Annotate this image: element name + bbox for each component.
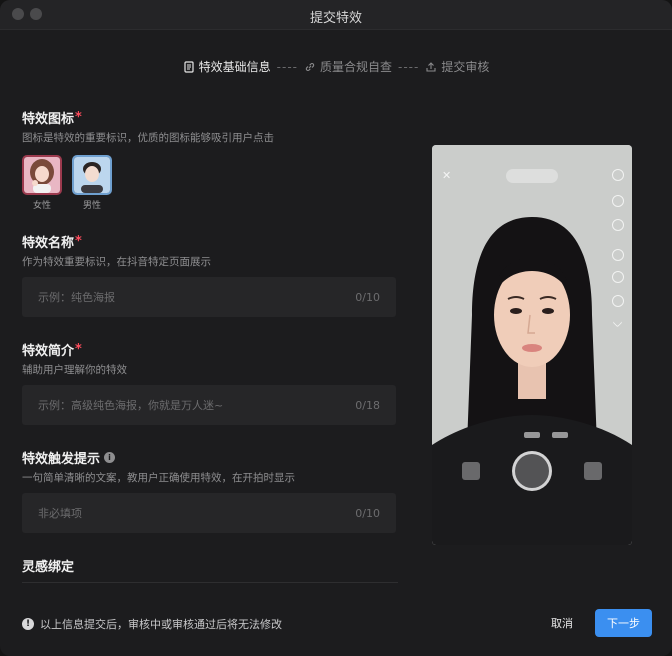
icon-options: 女性 男性 — [22, 155, 396, 211]
filter-icon[interactable] — [612, 249, 624, 261]
icon-option-label: 女性 — [32, 201, 51, 211]
input-placeholder: 示例：纯色海报 — [38, 291, 115, 304]
window-title: 提交特效 — [309, 11, 362, 26]
name-section: 特效名称 * 作为特效重要标识，在抖音特定页面展示 示例：纯色海报 0/10 — [22, 232, 396, 317]
step-quality-check[interactable]: 质量合规自查 — [304, 58, 392, 75]
effect-name-input[interactable]: 示例：纯色海报 0/10 — [22, 277, 396, 317]
icon-option-label: 男性 — [82, 201, 101, 211]
step-indicator: 特效基础信息 ---- 质量合规自查 ---- 提交审核 — [0, 58, 672, 75]
required-mark: * — [75, 234, 82, 249]
icon-section-title: 特效图标 — [22, 112, 75, 127]
icon-option-female[interactable]: 女性 — [22, 155, 62, 211]
inspiration-section: 灵感绑定 — [22, 556, 396, 575]
shutter-button[interactable] — [512, 451, 552, 491]
album-button[interactable] — [584, 462, 602, 480]
input-placeholder: 示例：高级纯色海报，你就是万人迷~ — [38, 399, 224, 412]
name-section-hint: 作为特效重要标识，在抖音特定页面展示 — [22, 256, 211, 268]
submit-effect-window: 提交特效 特效基础信息 ---- 质量合规自查 ---- 提交审核 特效图标 *… — [0, 0, 672, 656]
link-icon — [305, 62, 315, 71]
step-submit-review[interactable]: 提交审核 — [425, 58, 489, 75]
required-mark: * — [75, 342, 82, 357]
char-counter: 0/10 — [355, 506, 380, 520]
name-section-title: 特效名称 — [22, 236, 75, 251]
next-step-button[interactable]: 下一步 — [595, 609, 652, 637]
trigger-section-hint: 一句简单清晰的文案，教用户正确使用特效，在开拍时显示 — [22, 472, 295, 484]
intro-section-title: 特效简介 — [22, 344, 75, 359]
footer-divider — [22, 582, 398, 583]
input-placeholder: 非必填项 — [38, 507, 82, 520]
info-icon[interactable]: i — [104, 452, 116, 463]
document-icon — [184, 60, 194, 73]
warning-icon: ! — [22, 618, 34, 630]
trigger-section-title: 特效触发提示 — [22, 452, 101, 467]
intro-section: 特效简介 * 辅助用户理解你的特效 示例：高级纯色海报，你就是万人迷~ 0/18 — [22, 340, 396, 425]
icon-section: 特效图标 * 图标是特效的重要标识，优质的图标能够吸引用户点击 女性 男性 — [22, 108, 396, 211]
female-avatar-icon[interactable] — [22, 155, 62, 195]
close-icon[interactable]: ✕ — [442, 169, 451, 182]
speed-icon[interactable] — [612, 271, 624, 283]
mode-tab[interactable] — [524, 432, 540, 438]
icon-option-male[interactable]: 男性 — [72, 155, 112, 211]
icon-section-hint: 图标是特效的重要标识，优质的图标能够吸引用户点击 — [22, 132, 274, 144]
warning-text: 以上信息提交后，审核中或审核通过后将无法修改 — [40, 618, 282, 631]
effect-info-form: 特效图标 * 图标是特效的重要标识，优质的图标能够吸引用户点击 女性 男性 特效… — [22, 100, 398, 584]
title-bar: 提交特效 — [0, 0, 672, 30]
char-counter: 0/18 — [355, 398, 380, 412]
step-label: 质量合规自查 — [319, 60, 392, 74]
cancel-button[interactable]: 取消 — [540, 610, 584, 636]
intro-section-hint: 辅助用户理解你的特效 — [22, 364, 127, 376]
trigger-hint-input[interactable]: 非必填项 0/10 — [22, 493, 396, 533]
step-basic-info[interactable]: 特效基础信息 — [183, 58, 271, 75]
step-label: 提交审核 — [441, 60, 490, 74]
mode-tab[interactable] — [552, 432, 568, 438]
upload-icon — [426, 61, 436, 72]
flip-camera-icon[interactable] — [612, 169, 624, 181]
beauty-icon[interactable] — [612, 195, 624, 207]
step-separator: ---- — [276, 59, 298, 74]
step-separator: ---- — [398, 59, 420, 74]
effect-intro-input[interactable]: 示例：高级纯色海报，你就是万人迷~ 0/18 — [22, 385, 396, 425]
inspiration-section-title: 灵感绑定 — [22, 560, 75, 575]
submission-warning: ! 以上信息提交后，审核中或审核通过后将无法修改 — [22, 616, 282, 632]
male-avatar-icon[interactable] — [72, 155, 112, 195]
effects-button[interactable] — [462, 462, 480, 480]
effect-preview: ✕ — [432, 145, 632, 545]
music-selector[interactable] — [506, 169, 558, 183]
step-label: 特效基础信息 — [198, 60, 271, 74]
trigger-hint-section: 特效触发提示 i 一句简单清晰的文案，教用户正确使用特效，在开拍时显示 非必填项… — [22, 448, 396, 533]
required-mark: * — [75, 110, 82, 125]
settings-icon[interactable] — [612, 295, 624, 307]
timer-icon[interactable] — [612, 219, 624, 231]
char-counter: 0/10 — [355, 290, 380, 304]
